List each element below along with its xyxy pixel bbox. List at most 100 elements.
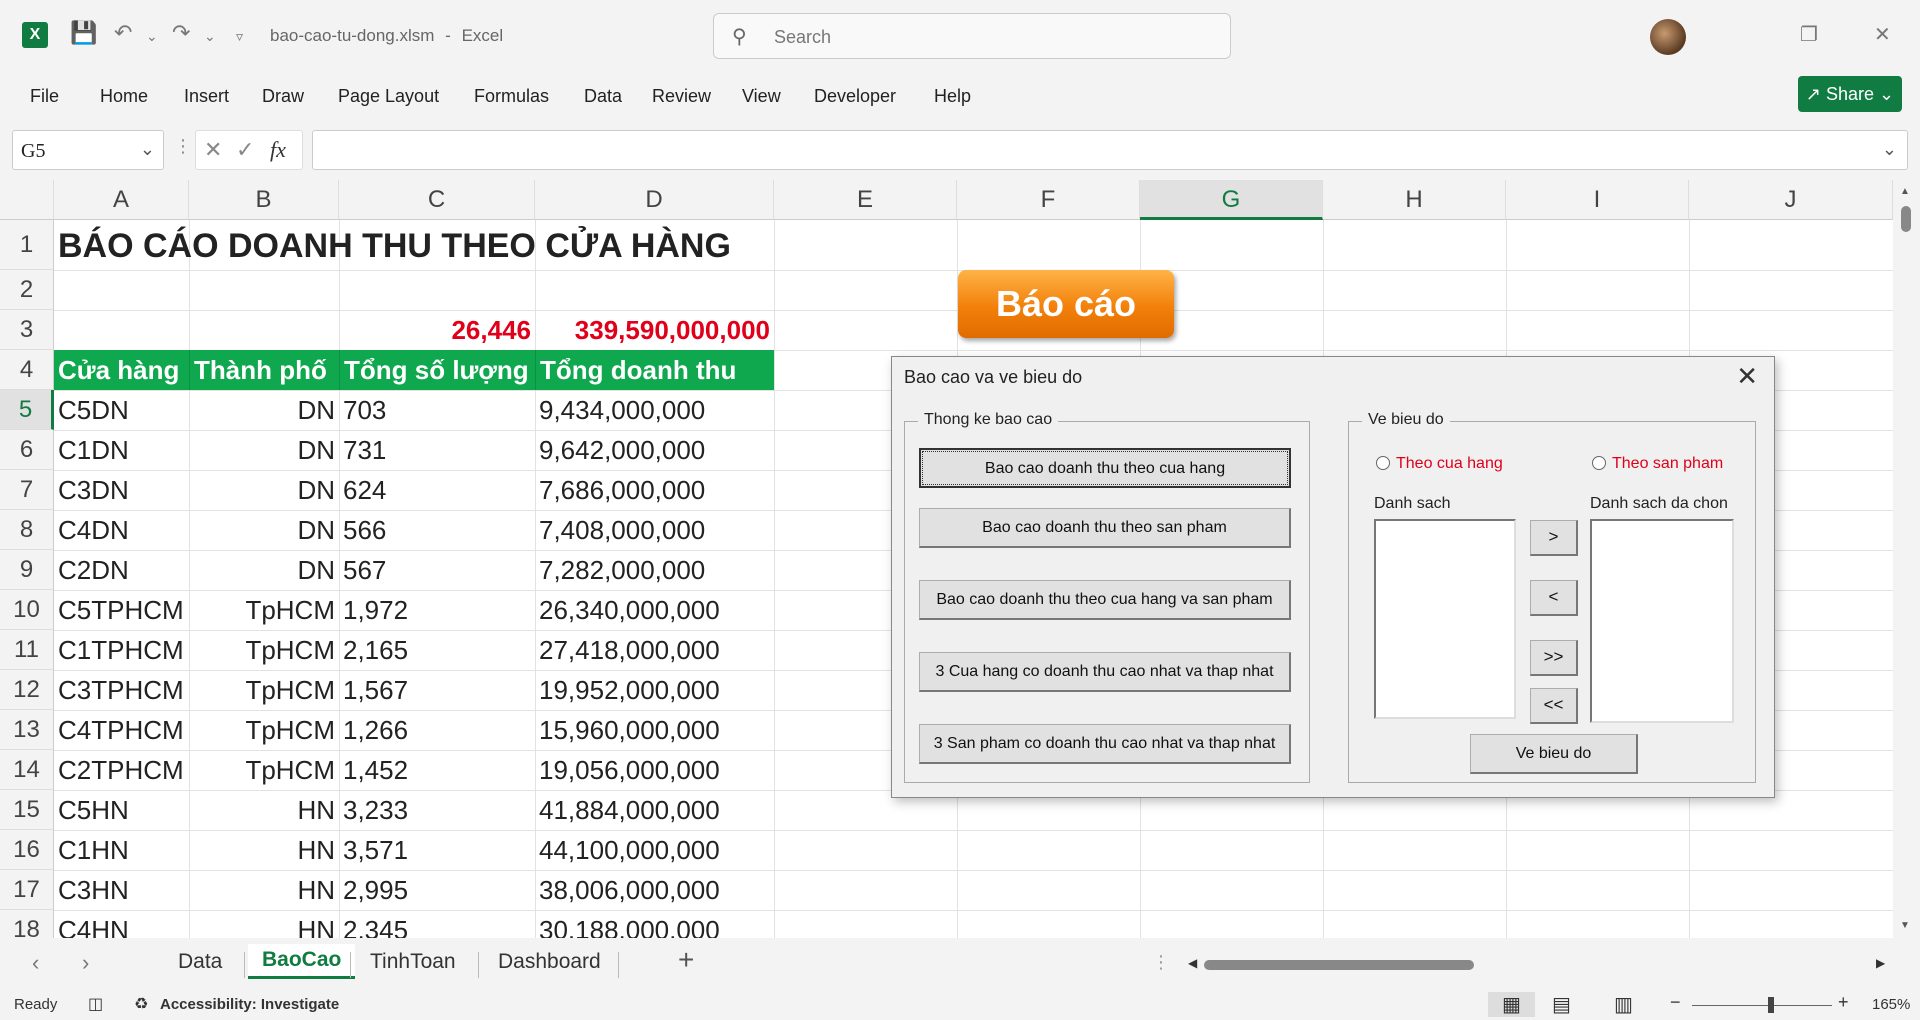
prev-sheet-icon[interactable]: ‹ [32, 950, 39, 976]
quantity-cell[interactable]: 2,165 [339, 630, 535, 670]
horizontal-scrollbar[interactable]: ◀ ▶ [1184, 954, 1892, 974]
scrollbar-thumb[interactable] [1204, 960, 1474, 970]
page-layout-view-icon[interactable]: ▤ [1552, 992, 1571, 1017]
menu-page-layout[interactable]: Page Layout [338, 86, 439, 107]
store-cell[interactable]: C1TPHCM [54, 630, 189, 670]
col-header-j[interactable]: J [1689, 180, 1893, 220]
city-cell[interactable]: HN [189, 870, 339, 910]
row-header[interactable]: 9 [0, 550, 54, 590]
revenue-cell[interactable]: 15,960,000,000 [535, 710, 774, 750]
quantity-cell[interactable]: 3,571 [339, 830, 535, 870]
revenue-cell[interactable]: 26,340,000,000 [535, 590, 774, 630]
revenue-cell[interactable]: 27,418,000,000 [535, 630, 774, 670]
menu-insert[interactable]: Insert [184, 86, 229, 107]
scroll-up-icon[interactable]: ▲ [1900, 186, 1910, 197]
store-cell[interactable]: C4TPHCM [54, 710, 189, 750]
customize-qat-icon[interactable]: ▿ [236, 28, 243, 45]
menu-draw[interactable]: Draw [262, 86, 304, 107]
col-header-g[interactable]: G [1140, 180, 1323, 220]
add-sheet-icon[interactable]: + [678, 944, 694, 976]
tab-baocao[interactable]: BaoCao [248, 944, 356, 979]
page-break-view-icon[interactable]: ▥ [1614, 992, 1633, 1017]
report-by-store-button[interactable]: Bao cao doanh thu theo cua hang [919, 448, 1291, 488]
quantity-cell[interactable]: 624 [339, 470, 535, 510]
city-cell[interactable]: TpHCM [189, 590, 339, 630]
revenue-cell[interactable]: 9,434,000,000 [535, 390, 774, 430]
splitter-icon[interactable]: ⋮ [1152, 952, 1170, 973]
row-header[interactable]: 5 [0, 390, 54, 430]
col-header-i[interactable]: I [1506, 180, 1689, 220]
menu-view[interactable]: View [742, 86, 781, 107]
scrollbar-thumb[interactable] [1901, 206, 1911, 232]
top-bottom-products-button[interactable]: 3 San pham co doanh thu cao nhat va thap… [919, 724, 1291, 764]
city-cell[interactable]: DN [189, 510, 339, 550]
share-button[interactable]: ↗ Share ⌄ [1798, 76, 1902, 112]
expand-formula-icon[interactable]: ⌄ [1882, 139, 1897, 160]
remove-all-button[interactable]: << [1530, 688, 1578, 724]
revenue-cell[interactable]: 7,686,000,000 [535, 470, 774, 510]
zoom-level[interactable]: 165% [1872, 996, 1910, 1013]
revenue-cell[interactable]: 19,952,000,000 [535, 670, 774, 710]
quantity-cell[interactable]: 731 [339, 430, 535, 470]
store-cell[interactable]: C1DN [54, 430, 189, 470]
revenue-cell[interactable]: 7,408,000,000 [535, 510, 774, 550]
row-header[interactable]: 4 [0, 350, 54, 390]
menu-file[interactable]: File [30, 86, 59, 107]
row-header[interactable]: 2 [0, 270, 54, 310]
row-header[interactable]: 13 [0, 710, 54, 750]
redo-icon[interactable]: ↷ [172, 20, 190, 46]
revenue-cell[interactable]: 38,006,000,000 [535, 870, 774, 910]
top-bottom-stores-button[interactable]: 3 Cua hang co doanh thu cao nhat va thap… [919, 652, 1291, 692]
col-header-b[interactable]: B [189, 180, 339, 220]
store-cell[interactable]: C5HN [54, 790, 189, 830]
revenue-cell[interactable]: 44,100,000,000 [535, 830, 774, 870]
fx-icon[interactable]: fx [270, 137, 286, 163]
next-sheet-icon[interactable]: › [82, 950, 89, 976]
store-cell[interactable]: C2DN [54, 550, 189, 590]
city-cell[interactable]: TpHCM [189, 630, 339, 670]
redo-dropdown-icon[interactable]: ⌄ [204, 28, 216, 45]
city-cell[interactable]: DN [189, 390, 339, 430]
menu-developer[interactable]: Developer [814, 86, 896, 107]
total-revenue[interactable]: 339,590,000,000 [535, 310, 774, 350]
store-cell[interactable]: C1HN [54, 830, 189, 870]
store-cell[interactable]: C4HN [54, 910, 189, 938]
quantity-cell[interactable]: 3,233 [339, 790, 535, 830]
row-header[interactable]: 10 [0, 590, 54, 630]
col-header-a[interactable]: A [54, 180, 189, 220]
radio-by-product[interactable]: Theo san pham [1592, 455, 1723, 473]
revenue-cell[interactable]: 7,282,000,000 [535, 550, 774, 590]
accessibility-status[interactable]: Accessibility: Investigate [160, 996, 339, 1013]
row-header[interactable]: 18 [0, 910, 54, 938]
header-cell[interactable]: Cửa hàng [54, 350, 189, 390]
tab-tinhtoan[interactable]: TinhToan [370, 950, 456, 974]
revenue-cell[interactable]: 9,642,000,000 [535, 430, 774, 470]
zoom-in-icon[interactable]: + [1838, 992, 1849, 1013]
user-avatar[interactable] [1650, 19, 1686, 55]
zoom-slider-thumb[interactable] [1768, 997, 1774, 1013]
revenue-cell[interactable]: 41,884,000,000 [535, 790, 774, 830]
revenue-cell[interactable]: 19,056,000,000 [535, 750, 774, 790]
name-box[interactable]: G5 ⌄ [12, 130, 164, 170]
store-cell[interactable]: C2TPHCM [54, 750, 189, 790]
radio-by-store[interactable]: Theo cua hang [1376, 455, 1503, 473]
restore-icon[interactable]: ❐ [1800, 22, 1818, 47]
cancel-icon[interactable]: ✕ [204, 137, 222, 163]
row-header[interactable]: 17 [0, 870, 54, 910]
add-item-button[interactable]: > [1530, 520, 1578, 556]
row-header[interactable]: 12 [0, 670, 54, 710]
city-cell[interactable]: HN [189, 830, 339, 870]
row-header[interactable]: 6 [0, 430, 54, 470]
header-cell[interactable]: Tổng số lượng [339, 350, 535, 390]
col-header-d[interactable]: D [535, 180, 774, 220]
menu-formulas[interactable]: Formulas [474, 86, 549, 107]
quantity-cell[interactable]: 1,567 [339, 670, 535, 710]
zoom-out-icon[interactable]: − [1670, 992, 1681, 1013]
city-cell[interactable]: DN [189, 470, 339, 510]
store-cell[interactable]: C3DN [54, 470, 189, 510]
header-cell[interactable]: Thành phố [189, 350, 339, 390]
row-header[interactable]: 14 [0, 750, 54, 790]
close-icon[interactable]: ✕ [1874, 22, 1891, 47]
city-cell[interactable]: HN [189, 790, 339, 830]
row-header[interactable]: 7 [0, 470, 54, 510]
